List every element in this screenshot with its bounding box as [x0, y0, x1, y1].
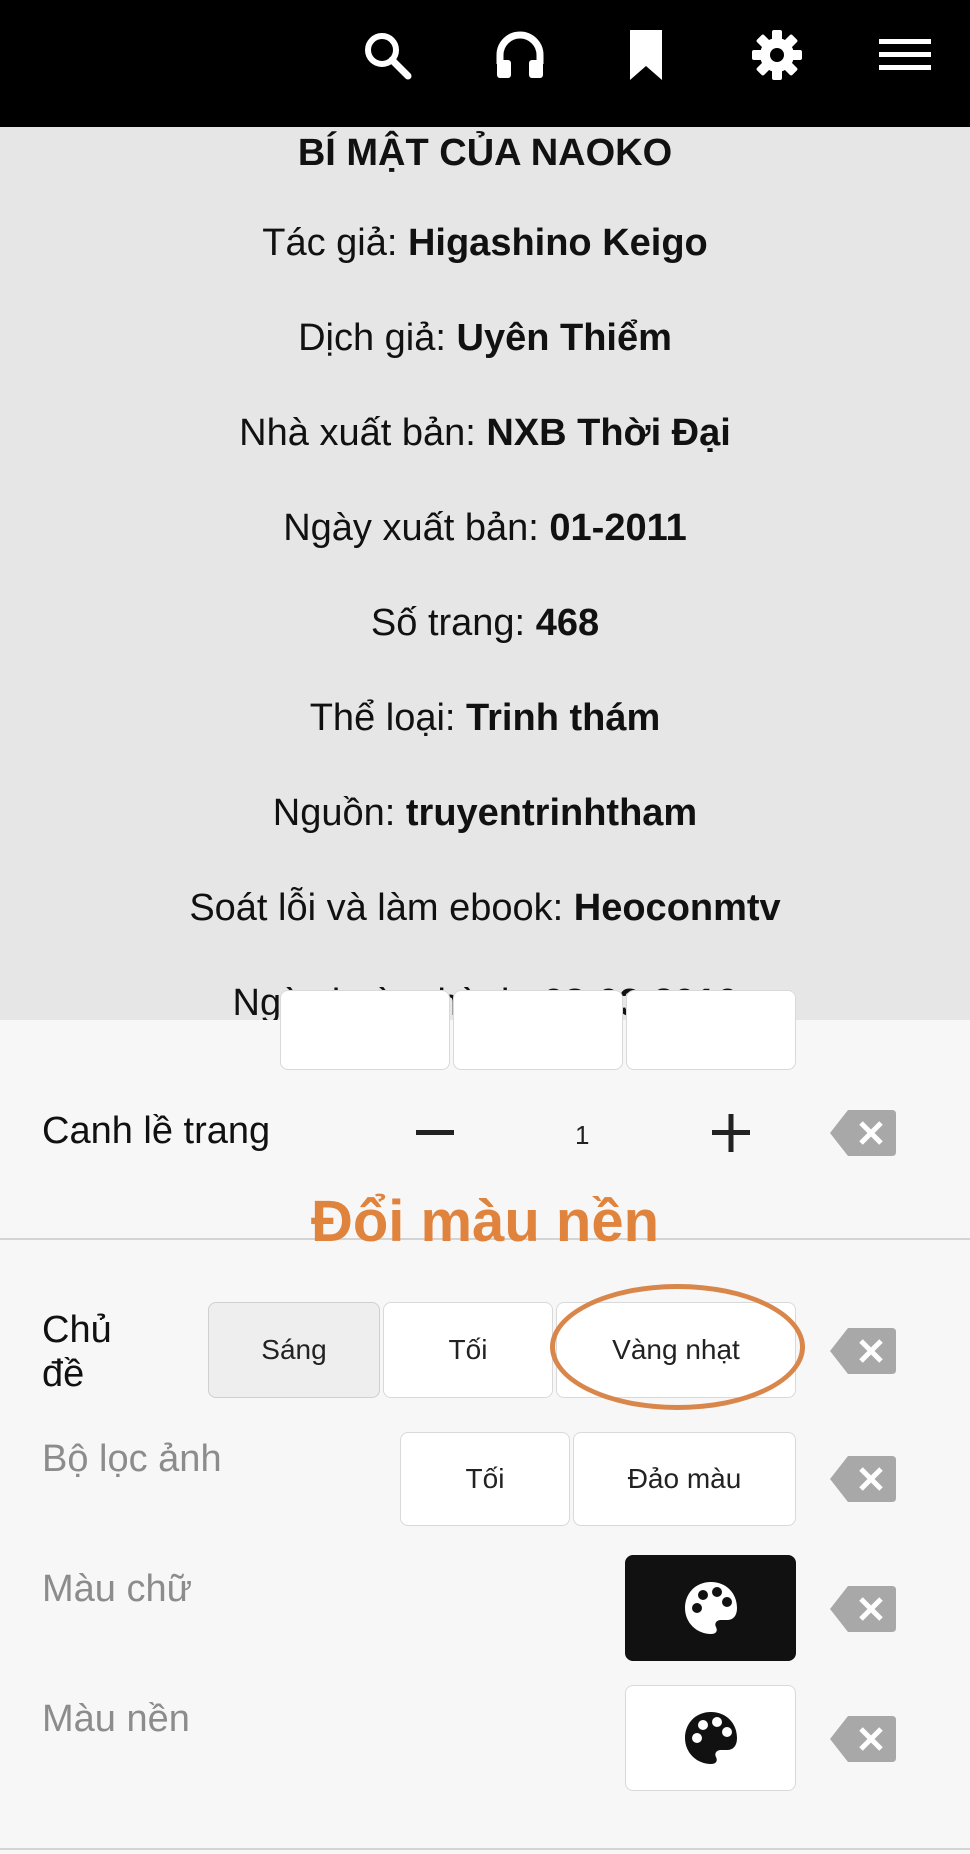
meta-translator: Dịch giả: Uyên Thiểm [298, 317, 672, 359]
bg-color-label: Màu nền [42, 1698, 190, 1740]
meta-publisher: Nhà xuất bản: NXB Thời Đại [239, 412, 731, 454]
theme-option-light-yellow[interactable]: Vàng nhạt [556, 1302, 796, 1398]
theme-option-dark[interactable]: Tối [383, 1302, 553, 1398]
theme-label-line-1: Chủ [42, 1309, 112, 1351]
book-title: BÍ MẬT CỦA NAOKO [297, 132, 673, 174]
bottom-divider [0, 1848, 970, 1850]
margin-value: 1 [575, 1120, 590, 1150]
text-color-label: Màu chữ [42, 1568, 193, 1610]
image-filter-label: Bộ lọc ảnh [42, 1438, 222, 1480]
gear-icon[interactable] [742, 20, 812, 90]
book-info-page: BÍ MẬT CỦA NAOKO Tác giả: Higashino Keig… [0, 127, 970, 1020]
top-toolbar [0, 0, 970, 127]
meta-ebook-maker: Soát lỗi và làm ebook: Heoconmtv [189, 887, 781, 929]
text-color-picker-button[interactable] [625, 1555, 796, 1661]
meta-source: Nguồn: truyentrinhtham [272, 792, 698, 834]
hidden-row-option-3[interactable] [626, 990, 796, 1070]
menu-icon[interactable] [870, 20, 940, 90]
hidden-row-option-2[interactable] [453, 990, 623, 1070]
theme-clear-icon[interactable] [830, 1328, 896, 1374]
image-filter-invert[interactable]: Đảo màu [573, 1432, 796, 1526]
search-icon[interactable] [352, 20, 422, 90]
image-filter-clear-icon[interactable] [830, 1456, 896, 1502]
theme-option-light[interactable]: Sáng [208, 1302, 380, 1398]
image-filter-dark[interactable]: Tối [400, 1432, 570, 1526]
palette-icon [684, 1582, 737, 1634]
annotation-change-background: Đổi màu nền [310, 1189, 660, 1254]
bookmark-icon[interactable] [611, 20, 681, 90]
theme-label: Chủ đề [42, 1308, 112, 1396]
meta-author: Tác giả: Higashino Keigo [262, 222, 708, 264]
margin-label: Canh lề trang [42, 1110, 271, 1152]
theme-label-line-2: đề [42, 1353, 85, 1395]
meta-genre: Thể loại: Trinh thám [309, 697, 661, 739]
palette-icon [684, 1712, 737, 1764]
text-color-clear-icon[interactable] [830, 1586, 896, 1632]
settings-panel: Canh lề trang 1 Chủ đề Sáng Tối Vàng nhạ… [0, 990, 970, 1854]
meta-publish-date: Ngày xuất bản: 01-2011 [283, 507, 687, 549]
bg-color-picker-button[interactable] [625, 1685, 796, 1791]
meta-pages: Số trang: 468 [370, 602, 600, 644]
margin-clear-icon[interactable] [830, 1110, 896, 1156]
hidden-row-option-1[interactable] [280, 990, 450, 1070]
headphones-icon[interactable] [485, 20, 555, 90]
margin-decrement-button[interactable] [400, 1098, 470, 1168]
bg-color-clear-icon[interactable] [830, 1716, 896, 1762]
margin-increment-button[interactable] [696, 1098, 766, 1168]
